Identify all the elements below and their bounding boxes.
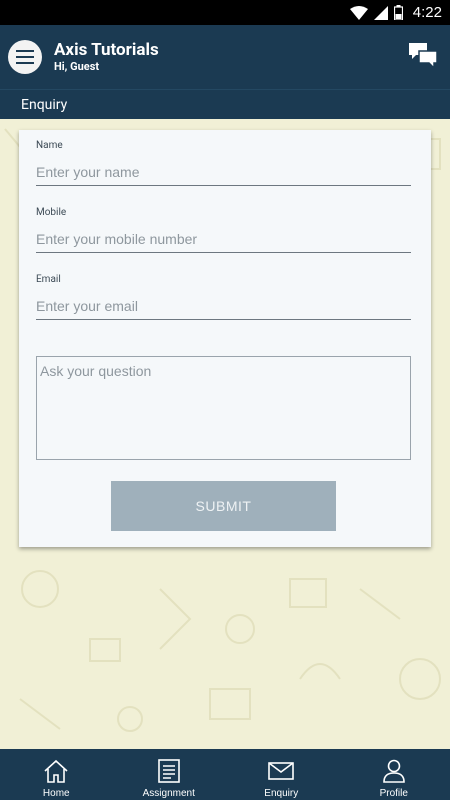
nav-label-enquiry: Enquiry xyxy=(264,788,299,799)
submit-button[interactable]: SUBMIT xyxy=(111,481,336,531)
chat-icon xyxy=(409,43,438,70)
nav-item-home[interactable]: Home xyxy=(0,749,113,800)
app-title: Axis Tutorials xyxy=(54,40,159,60)
chat-button[interactable] xyxy=(408,41,438,71)
status-bar: 4:22 xyxy=(0,0,450,25)
status-time: 4:22 xyxy=(412,4,442,21)
assignment-icon xyxy=(157,759,180,783)
nav-item-enquiry[interactable]: Enquiry xyxy=(225,749,338,800)
question-field[interactable] xyxy=(36,356,411,460)
wifi-icon xyxy=(349,5,368,20)
name-label: Name xyxy=(36,140,63,151)
battery-icon xyxy=(393,5,403,20)
app-bar: Axis Tutorials Hi, Guest xyxy=(0,25,450,89)
nav-item-assignment[interactable]: Assignment xyxy=(113,749,226,800)
nav-label-home: Home xyxy=(42,788,70,799)
menu-icon xyxy=(16,50,34,64)
email-field[interactable] xyxy=(36,292,411,320)
bottom-nav: Home Assignment Enquiry Profile xyxy=(0,749,450,800)
email-label: Email xyxy=(36,274,61,285)
mail-icon xyxy=(268,762,295,780)
app-subtitle: Hi, Guest xyxy=(54,60,100,73)
page-title: Enquiry xyxy=(0,89,450,119)
mobile-field[interactable] xyxy=(36,225,411,253)
nav-item-profile[interactable]: Profile xyxy=(338,749,450,800)
menu-button[interactable] xyxy=(8,40,42,74)
name-field[interactable] xyxy=(36,158,411,186)
profile-icon xyxy=(382,759,405,783)
nav-label-assignment: Assignment xyxy=(142,788,195,799)
home-icon xyxy=(44,759,68,783)
enquiry-form-card: Name Mobile Email SUBMIT xyxy=(19,130,431,547)
nav-label-profile: Profile xyxy=(379,788,408,799)
mobile-label: Mobile xyxy=(36,207,67,218)
signal-icon xyxy=(373,5,388,20)
